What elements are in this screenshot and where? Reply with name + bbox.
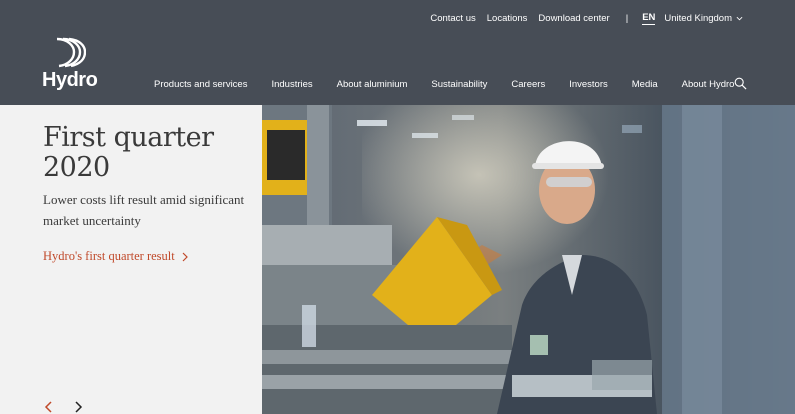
nav-media[interactable]: Media xyxy=(632,79,658,90)
hero-subtitle: Lower costs lift result amid significant… xyxy=(43,192,245,228)
nav-careers[interactable]: Careers xyxy=(511,79,545,90)
language-selector[interactable]: EN xyxy=(642,12,656,25)
nav-investors[interactable]: Investors xyxy=(569,79,608,90)
download-center-link[interactable]: Download center xyxy=(538,13,609,24)
logo-wordmark: Hydro xyxy=(42,69,98,91)
utility-nav: Contact us Locations Download center | E… xyxy=(419,12,743,25)
hero-image xyxy=(262,105,795,414)
hero-title: First quarter 2020 xyxy=(43,122,214,183)
contact-us-link[interactable]: Contact us xyxy=(430,13,475,24)
search-icon[interactable] xyxy=(734,77,747,90)
site-header: Contact us Locations Download center | E… xyxy=(0,0,795,105)
hero-text-panel: First quarter 2020 Lower costs lift resu… xyxy=(0,105,262,414)
nav-products-and-services[interactable]: Products and services xyxy=(154,79,247,90)
region-selector[interactable]: United Kingdom xyxy=(664,13,743,24)
nav-sustainability[interactable]: Sustainability xyxy=(431,79,487,90)
hero-result-link[interactable]: Hydro's first quarter result xyxy=(43,249,188,264)
nav-about-aluminium[interactable]: About aluminium xyxy=(337,79,408,90)
hydro-logo[interactable]: Hydro xyxy=(42,36,102,94)
arrow-right-icon[interactable] xyxy=(73,401,83,413)
region-label: United Kingdom xyxy=(664,13,732,24)
hero-link-label: Hydro's first quarter result xyxy=(43,249,175,263)
main-nav: Products and services Industries About a… xyxy=(154,79,734,90)
nav-about-hydro[interactable]: About Hydro xyxy=(682,79,735,90)
chevron-down-icon xyxy=(736,16,743,21)
factory-worker-photo xyxy=(262,105,795,414)
hydro-logo-icon xyxy=(56,37,86,68)
utility-separator: | xyxy=(625,13,629,24)
nav-industries[interactable]: Industries xyxy=(271,79,312,90)
chevron-right-icon xyxy=(182,252,188,261)
locations-link[interactable]: Locations xyxy=(487,13,528,24)
arrow-left-icon[interactable] xyxy=(44,401,54,413)
